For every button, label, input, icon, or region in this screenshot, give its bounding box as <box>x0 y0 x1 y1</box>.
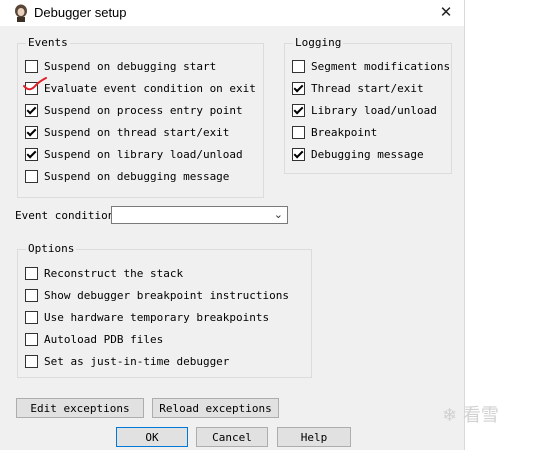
checkbox[interactable] <box>25 354 38 368</box>
checkbox[interactable] <box>292 147 305 161</box>
checkbox[interactable] <box>25 169 38 183</box>
logging-checkbox-row[interactable]: Thread start/exit <box>292 80 424 96</box>
checkbox[interactable] <box>292 59 305 73</box>
cancel-button[interactable]: Cancel <box>196 427 268 447</box>
events-checkbox-row[interactable]: Suspend on library load/unload <box>25 146 243 162</box>
checkbox[interactable] <box>25 59 38 73</box>
checkbox-label: Debugging message <box>311 147 424 161</box>
logging-checkbox-row[interactable]: Breakpoint <box>292 124 377 140</box>
checkbox-label: Autoload PDB files <box>44 332 164 346</box>
checkbox[interactable] <box>25 288 38 302</box>
event-condition-combobox[interactable]: ⌄ <box>111 206 288 224</box>
window-title: Debugger setup <box>34 5 127 20</box>
chevron-down-icon[interactable]: ⌄ <box>274 208 283 221</box>
event-condition-label: Event condition <box>15 209 115 222</box>
reload-exceptions-button[interactable]: Reload exceptions <box>152 398 279 418</box>
checkbox[interactable] <box>25 125 38 139</box>
close-icon: ✕ <box>439 3 453 21</box>
logging-checkbox-row[interactable]: Debugging message <box>292 146 424 162</box>
app-icon <box>15 4 27 22</box>
snowflake-icon: ❄ <box>442 405 458 426</box>
checkbox-label: Suspend on process entry point <box>44 103 243 117</box>
close-button[interactable]: ✕ <box>430 0 462 24</box>
checkbox-label: Suspend on library load/unload <box>44 147 243 161</box>
checkbox-label: Use hardware temporary breakpoints <box>44 310 270 324</box>
checkbox-label: Breakpoint <box>311 125 378 139</box>
debugger-setup-dialog: Debugger setup ✕ Events Suspend on debug… <box>0 0 465 450</box>
logging-group-title: Logging <box>293 36 344 49</box>
options-checkbox-row[interactable]: Use hardware temporary breakpoints <box>25 309 269 325</box>
checkbox-label: Library load/unload <box>311 103 437 117</box>
ok-button[interactable]: OK <box>116 427 188 447</box>
options-group-title: Options <box>26 242 77 255</box>
checkbox[interactable] <box>292 125 305 139</box>
checkbox-label: Segment modifications <box>311 59 451 73</box>
events-group-title: Events <box>26 36 70 49</box>
events-checkbox-row[interactable]: Suspend on debugging start <box>25 58 216 74</box>
checkbox[interactable] <box>25 103 38 117</box>
watermark-logo: ❄ 看雪 <box>442 401 499 427</box>
events-checkbox-row[interactable]: Suspend on thread start/exit <box>25 124 229 140</box>
help-button[interactable]: Help <box>277 427 351 447</box>
checkbox-label: Reconstruct the stack <box>44 266 184 280</box>
title-bar: Debugger setup ✕ <box>0 0 464 26</box>
checkbox-label: Suspend on thread start/exit <box>44 125 230 139</box>
events-checkbox-row[interactable]: Suspend on process entry point <box>25 102 243 118</box>
checkbox-label: Show debugger breakpoint instructions <box>44 288 290 302</box>
checkbox-label: Suspend on debugging start <box>44 59 217 73</box>
checkbox-label: Thread start/exit <box>311 81 424 95</box>
checkbox[interactable] <box>25 147 38 161</box>
watermark-text: 看雪 <box>462 405 499 426</box>
checkbox-label: Set as just-in-time debugger <box>44 354 230 368</box>
checkbox[interactable] <box>25 266 38 280</box>
events-checkbox-row[interactable]: Evaluate event condition on exit <box>25 80 256 96</box>
events-checkbox-row[interactable]: Suspend on debugging message <box>25 168 229 184</box>
logging-checkbox-row[interactable]: Segment modifications <box>292 58 450 74</box>
checkbox[interactable] <box>25 332 38 346</box>
options-checkbox-row[interactable]: Autoload PDB files <box>25 331 163 347</box>
checkbox[interactable] <box>292 81 305 95</box>
options-checkbox-row[interactable]: Show debugger breakpoint instructions <box>25 287 289 303</box>
checkbox-label: Suspend on debugging message <box>44 169 230 183</box>
checkbox[interactable] <box>292 103 305 117</box>
checkbox[interactable] <box>25 310 38 324</box>
logging-checkbox-row[interactable]: Library load/unload <box>292 102 437 118</box>
options-checkbox-row[interactable]: Set as just-in-time debugger <box>25 353 229 369</box>
red-annotation-mark <box>23 77 47 91</box>
checkbox-label: Evaluate event condition on exit <box>44 81 256 95</box>
options-checkbox-row[interactable]: Reconstruct the stack <box>25 265 183 281</box>
edit-exceptions-button[interactable]: Edit exceptions <box>16 398 144 418</box>
